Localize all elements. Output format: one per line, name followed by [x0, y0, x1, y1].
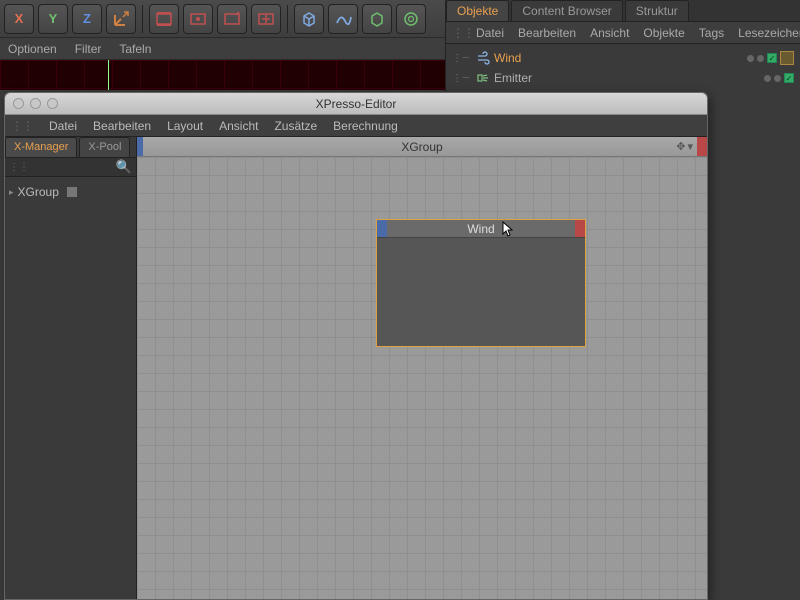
- tree-node-icon: [67, 187, 77, 197]
- xpresso-body: X-Manager X-Pool ⋮⋮ 🔍 ▸ XGroup XGroup: [5, 137, 707, 599]
- toolbar-separator: [287, 5, 288, 33]
- menu-tags[interactable]: Tags: [699, 26, 724, 40]
- render-picture-button[interactable]: [217, 4, 247, 34]
- dropdown-icon[interactable]: ▾: [687, 140, 693, 153]
- menu-edit[interactable]: Bearbeiten: [518, 26, 576, 40]
- xpresso-tag-icon[interactable]: [780, 51, 794, 65]
- node-wind[interactable]: Wind: [376, 219, 586, 347]
- tab-structure[interactable]: Struktur: [625, 0, 689, 21]
- tree-connector-icon: ⋮┈: [452, 73, 472, 84]
- graph-title: XGroup: [137, 140, 707, 154]
- visibility-render-icon[interactable]: [774, 75, 781, 82]
- tree-label-xgroup: XGroup: [18, 185, 59, 199]
- graph-header-icons: ✥ ▾: [676, 140, 693, 153]
- graph-header[interactable]: XGroup ✥ ▾: [137, 137, 707, 157]
- visibility-editor-icon[interactable]: [764, 75, 771, 82]
- enable-checkbox[interactable]: ✓: [784, 73, 794, 83]
- node-title: Wind: [377, 222, 585, 236]
- object-row-emitter[interactable]: ⋮┈ Emitter ✓: [452, 68, 794, 88]
- node-header[interactable]: Wind: [377, 220, 585, 238]
- spline-button[interactable]: [328, 4, 358, 34]
- menu-filter[interactable]: Filter: [75, 42, 102, 56]
- toolbar-separator: [142, 5, 143, 33]
- menu-options[interactable]: Optionen: [8, 42, 57, 56]
- xpresso-editor-window: XPresso-Editor ⋮⋮ Datei Bearbeiten Layou…: [4, 92, 708, 600]
- render-region-button[interactable]: [183, 4, 213, 34]
- move-icon[interactable]: ✥: [676, 140, 685, 153]
- tab-objects[interactable]: Objekte: [446, 0, 509, 21]
- window-title: XPresso-Editor: [5, 97, 707, 111]
- menu-objects[interactable]: Objekte: [643, 26, 684, 40]
- tab-x-pool[interactable]: X-Pool: [79, 137, 130, 157]
- axis-x-button[interactable]: X: [4, 4, 34, 34]
- xgroup-tree: ▸ XGroup: [5, 177, 136, 207]
- visibility-render-icon[interactable]: [757, 55, 764, 62]
- menu-file[interactable]: Datei: [49, 119, 77, 133]
- object-row-wind[interactable]: ⋮┈ Wind ✓: [452, 48, 794, 68]
- enable-checkbox[interactable]: ✓: [767, 53, 777, 63]
- tab-content-browser[interactable]: Content Browser: [511, 0, 622, 21]
- wind-object-icon: [476, 51, 490, 65]
- menu-layout[interactable]: Layout: [167, 119, 203, 133]
- node-body[interactable]: [377, 238, 585, 346]
- menu-extras[interactable]: Zusätze: [274, 119, 317, 133]
- tree-connector-icon: ⋮┈: [452, 53, 472, 64]
- menu-calc[interactable]: Berechnung: [333, 119, 398, 133]
- search-icon[interactable]: 🔍: [116, 159, 132, 175]
- graph-canvas[interactable]: Wind: [137, 157, 707, 599]
- generator-button[interactable]: [362, 4, 392, 34]
- primitive-cube-button[interactable]: [294, 4, 324, 34]
- menu-file[interactable]: Datei: [476, 26, 504, 40]
- panel-grip-icon[interactable]: ⋮⋮: [452, 26, 462, 40]
- axis-y-button[interactable]: Y: [38, 4, 68, 34]
- xpresso-graph-area: XGroup ✥ ▾ Wind: [137, 137, 707, 599]
- xpresso-left-panel: X-Manager X-Pool ⋮⋮ 🔍 ▸ XGroup: [5, 137, 137, 599]
- tree-row-xgroup[interactable]: ▸ XGroup: [9, 183, 132, 201]
- render-view-button[interactable]: [149, 4, 179, 34]
- render-settings-button[interactable]: [251, 4, 281, 34]
- object-name-emitter: Emitter: [494, 71, 532, 85]
- right-panel-tabs: Objekte Content Browser Struktur: [446, 0, 800, 22]
- visibility-editor-icon[interactable]: [747, 55, 754, 62]
- object-name-wind: Wind: [494, 51, 521, 65]
- emitter-object-icon: [476, 71, 490, 85]
- window-titlebar[interactable]: XPresso-Editor: [5, 93, 707, 115]
- tab-x-manager[interactable]: X-Manager: [5, 137, 77, 157]
- menu-edit[interactable]: Bearbeiten: [93, 119, 151, 133]
- menu-bookmarks[interactable]: Lesezeichen: [738, 26, 800, 40]
- coord-system-button[interactable]: [106, 4, 136, 34]
- menu-panels[interactable]: Tafeln: [119, 42, 151, 56]
- axis-z-button[interactable]: Z: [72, 4, 102, 34]
- expand-triangle-icon[interactable]: ▸: [9, 187, 14, 198]
- xpresso-menubar: ⋮⋮ Datei Bearbeiten Layout Ansicht Zusät…: [5, 115, 707, 137]
- menu-view[interactable]: Ansicht: [590, 26, 629, 40]
- xpresso-left-tabs: X-Manager X-Pool: [5, 137, 136, 157]
- object-manager-menu: ⋮⋮ Datei Bearbeiten Ansicht Objekte Tags…: [446, 22, 800, 44]
- deformer-button[interactable]: [396, 4, 426, 34]
- menu-view[interactable]: Ansicht: [219, 119, 258, 133]
- panel-grip-icon[interactable]: ⋮⋮: [11, 119, 33, 133]
- panel-grip-icon[interactable]: ⋮⋮: [9, 162, 29, 173]
- xpresso-search-row: ⋮⋮ 🔍: [5, 157, 136, 177]
